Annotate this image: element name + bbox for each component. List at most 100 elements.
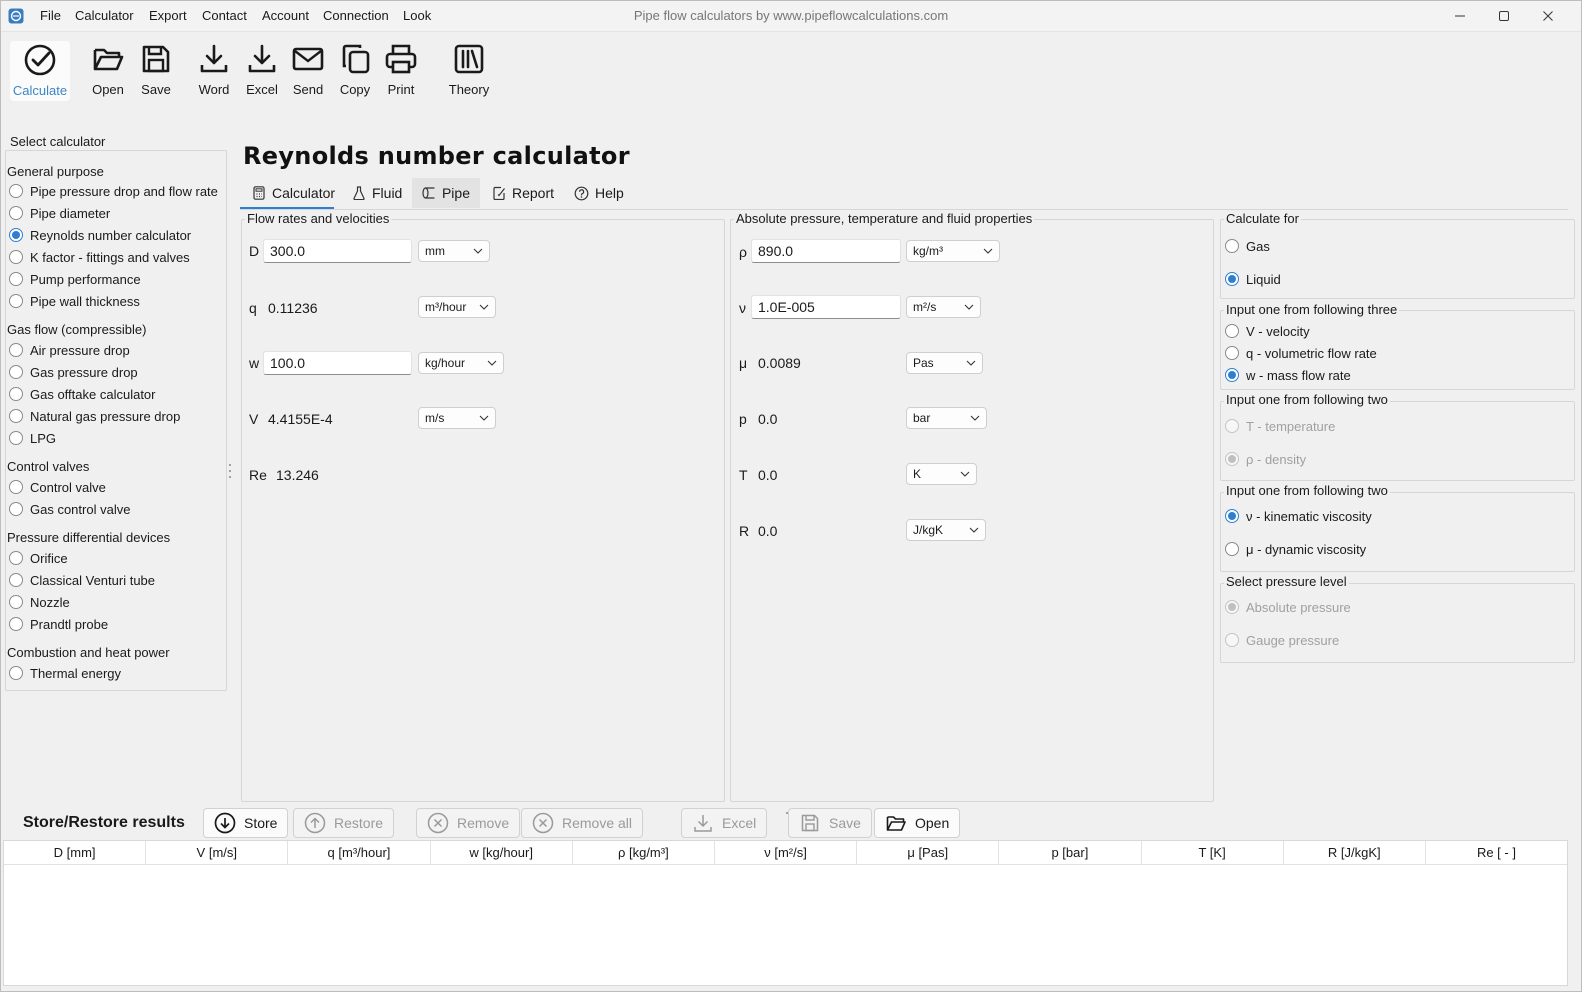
theory-button[interactable]: Theory — [444, 42, 494, 98]
open-results-button[interactable]: Open — [874, 808, 961, 838]
column-header[interactable]: q [m³/hour] — [288, 841, 431, 864]
radio-gas-offtake[interactable]: Gas offtake calculator — [9, 385, 156, 403]
restore-button[interactable]: Restore — [293, 808, 395, 838]
store-button[interactable]: Store — [203, 808, 289, 838]
radio-circle — [1225, 368, 1239, 382]
open-button[interactable]: Open — [88, 42, 128, 98]
density-unit-select[interactable]: kg/m³ — [906, 240, 1000, 262]
remove-circle-icon — [532, 812, 554, 834]
column-header[interactable]: T [K] — [1142, 841, 1284, 864]
minimize-button[interactable] — [1438, 0, 1482, 32]
column-header[interactable]: D [mm] — [4, 841, 147, 864]
column-header[interactable]: R [J/kgK] — [1284, 841, 1426, 864]
save-button[interactable]: Save — [136, 42, 176, 98]
column-header[interactable]: w [kg/hour] — [431, 841, 573, 864]
print-button[interactable]: Print — [381, 42, 421, 98]
radio-orifice[interactable]: Orifice — [9, 549, 68, 567]
send-button[interactable]: Send — [288, 42, 328, 98]
tab-fluid[interactable]: Fluid — [342, 178, 412, 208]
theory-label: Theory — [448, 82, 490, 97]
excel-button[interactable]: Excel — [242, 42, 282, 98]
dyn-viscosity-value: 0.0089 — [758, 355, 801, 371]
menu-connection[interactable]: Connection — [323, 8, 389, 23]
close-button[interactable] — [1526, 0, 1570, 32]
radio-prandtl[interactable]: Prandtl probe — [9, 615, 108, 633]
radio-gas-control-valve[interactable]: Gas control valve — [9, 500, 130, 518]
export-excel-button[interactable]: Excel — [681, 808, 768, 838]
panel-splitter-horizontal[interactable] — [784, 803, 800, 814]
dyn-viscosity-unit-select[interactable]: Pas — [906, 352, 983, 374]
save-results-button[interactable]: Save — [788, 808, 872, 838]
column-header[interactable]: V [m/s] — [146, 841, 289, 864]
radio-velocity[interactable]: V - velocity — [1225, 322, 1310, 340]
radio-dyn-viscosity[interactable]: μ - dynamic viscosity — [1225, 540, 1366, 558]
panel-splitter[interactable] — [228, 462, 232, 480]
radio-reynolds-number[interactable]: Reynolds number calculator — [9, 226, 191, 244]
column-header[interactable]: ν [m²/s] — [715, 841, 858, 864]
radio-label: q - volumetric flow rate — [1246, 345, 1377, 361]
radio-kin-viscosity[interactable]: ν - kinematic viscosity — [1225, 507, 1372, 525]
mass-flow-unit-select[interactable]: kg/hour — [418, 352, 504, 374]
tab-calculator[interactable]: Calculator — [242, 178, 345, 208]
menu-account[interactable]: Account — [262, 8, 309, 23]
radio-circle — [1225, 272, 1239, 286]
velocity-unit-select[interactable]: m/s — [418, 407, 496, 429]
radio-thermal-energy[interactable]: Thermal energy — [9, 664, 121, 682]
menu-file[interactable]: File — [40, 8, 61, 23]
kin-viscosity-input[interactable]: 1.0E-005 — [751, 295, 901, 319]
menu-look[interactable]: Look — [403, 8, 431, 23]
folder-open-icon — [886, 816, 906, 831]
radio-pipe-diameter[interactable]: Pipe diameter — [9, 204, 110, 222]
tab-label: Calculator — [272, 185, 336, 201]
remove-button[interactable]: Remove — [416, 808, 521, 838]
diameter-unit-select[interactable]: mm — [418, 240, 490, 262]
column-header[interactable]: Re [ - ] — [1426, 841, 1567, 864]
radio-mass-flow[interactable]: w - mass flow rate — [1225, 366, 1351, 384]
column-header[interactable]: μ [Pas] — [857, 841, 1000, 864]
radio-vol-flow[interactable]: q - volumetric flow rate — [1225, 344, 1377, 362]
radio-circle — [9, 206, 23, 220]
mass-flow-input[interactable]: 100.0 — [263, 351, 412, 375]
diameter-input[interactable]: 300.0 — [263, 239, 412, 263]
radio-absolute-pressure[interactable]: Absolute pressure — [1225, 598, 1351, 616]
menu-calculator[interactable]: Calculator — [75, 8, 134, 23]
radio-lpg[interactable]: LPG — [9, 429, 56, 447]
radio-density[interactable]: ρ - density — [1225, 450, 1306, 468]
tab-help[interactable]: Help — [564, 178, 634, 208]
radio-liquid[interactable]: Liquid — [1225, 270, 1281, 288]
radio-venturi[interactable]: Classical Venturi tube — [9, 571, 155, 589]
kin-viscosity-unit-select[interactable]: m²/s — [906, 296, 981, 318]
tab-report[interactable]: Report — [482, 178, 564, 208]
column-header[interactable]: ρ [kg/m³] — [573, 841, 715, 864]
tab-pipe[interactable]: Pipe — [412, 178, 480, 208]
remove-all-button[interactable]: Remove all — [521, 808, 644, 838]
flow-rates-title: Flow rates and velocities — [245, 211, 392, 226]
radio-control-valve[interactable]: Control valve — [9, 478, 106, 496]
pressure-unit-select[interactable]: bar — [906, 407, 987, 429]
radio-gas-pressure-drop[interactable]: Gas pressure drop — [9, 363, 138, 381]
radio-air-pressure-drop[interactable]: Air pressure drop — [9, 341, 130, 359]
temperature-unit-select[interactable]: K — [906, 463, 977, 485]
radio-pump-performance[interactable]: Pump performance — [9, 270, 141, 288]
gas-constant-unit-select[interactable]: J/kgK — [906, 519, 986, 541]
radio-pipe-pressure-drop[interactable]: Pipe pressure drop and flow rate — [9, 182, 218, 200]
radio-gas[interactable]: Gas — [1225, 237, 1270, 255]
download-icon — [200, 44, 228, 73]
maximize-button[interactable] — [1482, 0, 1526, 32]
menu-contact[interactable]: Contact — [202, 8, 247, 23]
group-title-combustion: Combustion and heat power — [7, 645, 170, 660]
radio-label: T - temperature — [1246, 418, 1336, 434]
radio-gauge-pressure[interactable]: Gauge pressure — [1225, 631, 1339, 649]
vol-flow-unit-select[interactable]: m³/hour — [418, 296, 496, 318]
radio-k-factor[interactable]: K factor - fittings and valves — [9, 248, 190, 266]
menu-export[interactable]: Export — [149, 8, 187, 23]
word-button[interactable]: Word — [194, 42, 234, 98]
column-header[interactable]: p [bar] — [999, 841, 1142, 864]
density-input[interactable]: 890.0 — [751, 239, 901, 263]
radio-pipe-wall-thickness[interactable]: Pipe wall thickness — [9, 292, 140, 310]
calculate-button[interactable]: Calculate — [10, 41, 70, 101]
radio-natural-gas[interactable]: Natural gas pressure drop — [9, 407, 180, 425]
radio-nozzle[interactable]: Nozzle — [9, 593, 70, 611]
radio-temperature[interactable]: T - temperature — [1225, 417, 1335, 435]
copy-button[interactable]: Copy — [335, 42, 375, 98]
